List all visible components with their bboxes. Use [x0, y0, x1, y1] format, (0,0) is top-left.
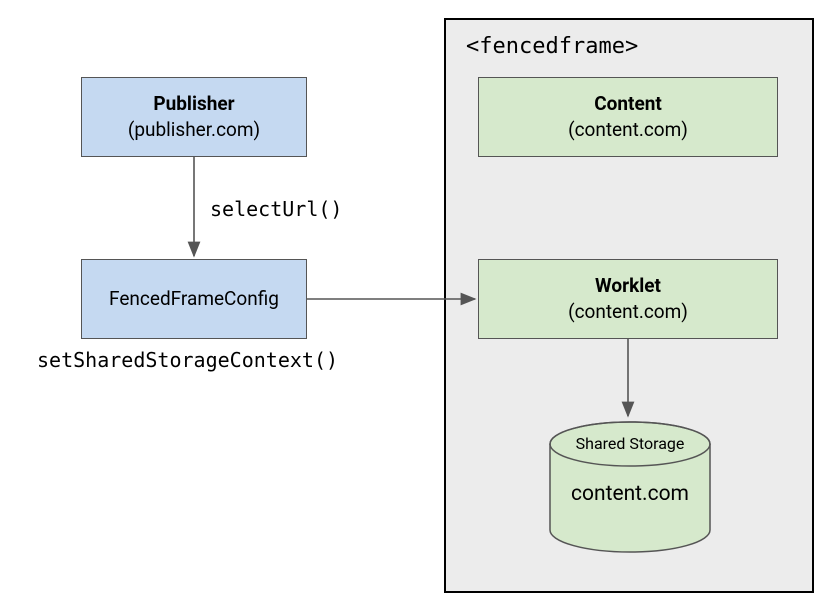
content-title: Content [594, 91, 662, 117]
content-sub: (content.com) [568, 117, 688, 143]
selecturl-label: selectUrl() [210, 197, 342, 221]
publisher-title: Publisher [153, 91, 234, 117]
storage-main-label: content.com [540, 482, 720, 506]
publisher-node: Publisher (publisher.com) [81, 77, 307, 157]
content-node: Content (content.com) [478, 77, 778, 157]
storage-top-label: Shared Storage [540, 434, 720, 453]
publisher-sub: (publisher.com) [128, 117, 260, 143]
setctx-label: setSharedStorageContext() [37, 348, 338, 372]
worklet-node: Worklet (content.com) [478, 259, 778, 339]
config-node: FencedFrameConfig [81, 259, 307, 339]
config-title: FencedFrameConfig [109, 286, 279, 312]
worklet-title: Worklet [595, 273, 661, 299]
worklet-sub: (content.com) [568, 299, 688, 325]
fencedframe-title: <fencedframe> [466, 34, 638, 59]
